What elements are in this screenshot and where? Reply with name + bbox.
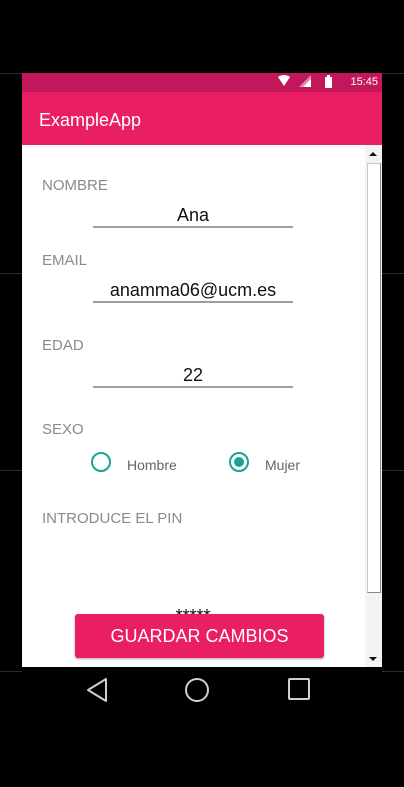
nombre-label: NOMBRE [42, 177, 108, 194]
email-label: EMAIL [42, 252, 88, 269]
battery-icon [324, 75, 333, 91]
status-bar: 15:45 [22, 73, 382, 92]
nombre-field[interactable]: Ana [93, 204, 293, 228]
status-time: 15:45 [350, 76, 378, 88]
mujer-radio-label[interactable]: Mujer [265, 457, 300, 473]
home-icon[interactable] [184, 677, 210, 708]
email-field[interactable]: anamma06@ucm.es [93, 279, 293, 303]
sexo-label: SEXO [42, 421, 84, 438]
signal-icon [299, 75, 311, 90]
pin-label: INTRODUCE EL PIN [42, 510, 183, 527]
scrollbar[interactable] [365, 145, 382, 667]
phone-frame: 15:45 ExampleApp NOMBRE Ana EMAIL anamma… [0, 0, 404, 787]
app-bar: ExampleApp [22, 92, 382, 145]
scroll-down-arrow-icon[interactable] [369, 657, 377, 661]
edad-label: EDAD [42, 337, 84, 354]
save-button[interactable]: GUARDAR CAMBIOS [75, 614, 324, 658]
hombre-radio-label[interactable]: Hombre [127, 457, 177, 473]
navigation-bar [22, 667, 382, 714]
app-screen: 15:45 ExampleApp NOMBRE Ana EMAIL anamma… [22, 73, 382, 667]
scroll-up-arrow-icon[interactable] [369, 152, 377, 156]
form-content: NOMBRE Ana EMAIL anamma06@ucm.es EDAD 22… [22, 145, 382, 667]
app-title: ExampleApp [39, 110, 142, 130]
wifi-icon [278, 75, 290, 90]
recents-icon[interactable] [287, 677, 311, 706]
hombre-radio[interactable] [90, 451, 112, 473]
back-icon[interactable] [85, 677, 109, 708]
scrollbar-thumb[interactable] [367, 163, 381, 593]
mujer-radio[interactable] [228, 451, 250, 473]
edad-field[interactable]: 22 [93, 364, 293, 388]
